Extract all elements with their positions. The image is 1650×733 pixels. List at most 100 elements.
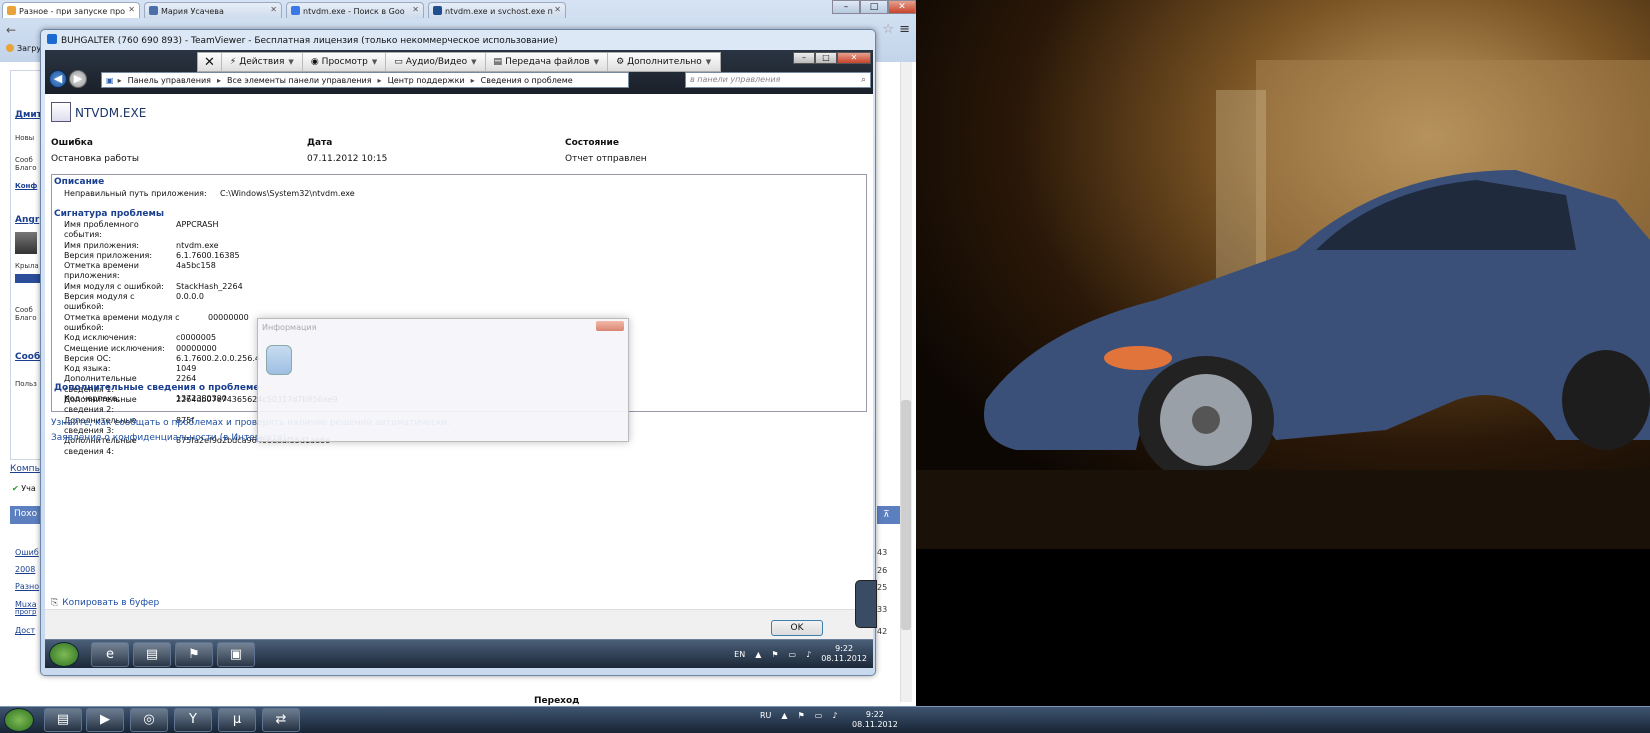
actions-menu[interactable]: ⚡ Действия ▼ [222, 53, 303, 71]
side-link[interactable]: Конф [15, 182, 37, 190]
tab-close-icon[interactable]: ✕ [128, 5, 135, 14]
remote-taskbar: e ▤ ⚑ ▣ EN ▲ ⚑ ▭ ♪ 9:22 08.11.2012 [45, 639, 873, 668]
privacy-link[interactable]: Заявление о конфиденциальности (в Интерн… [51, 433, 286, 443]
remote-screen[interactable]: – □ ✕ ◀ ▶ ▣ ▸ Панель управления ▸ Все элем… [45, 50, 873, 668]
address-bar[interactable]: ▣ ▸ Панель управления ▸ Все элементы панел… [101, 72, 629, 88]
signature-value: 00000000 [208, 312, 249, 322]
language-indicator[interactable]: EN [734, 650, 745, 659]
tab-favicon-icon [291, 6, 300, 15]
browser-tab-3[interactable]: ntvdm.exe - Поиск в Goo ✕ [286, 2, 424, 18]
maximize-button[interactable]: □ [860, 0, 888, 14]
network-icon[interactable]: ▭ [789, 650, 797, 659]
extra-menu[interactable]: ⚙ Дополнительно ▼ [608, 53, 719, 71]
signature-key: Отметка времени модуля с ошибкой: [64, 312, 180, 332]
remote-desktop-icon[interactable]: ▣ [217, 642, 255, 667]
chrome-menu-icon[interactable]: ≡ [899, 22, 910, 37]
audio-video-icon: ▭ [394, 57, 403, 67]
side-text: Сооб [15, 156, 33, 164]
forward-arrow-icon[interactable]: ▶ [69, 70, 87, 88]
host-system-tray: RU ▲ ⚑ ▭ ♪ [760, 711, 837, 720]
internet-explorer-icon[interactable]: e [91, 642, 129, 667]
host-clock[interactable]: 9:22 08.11.2012 [852, 710, 898, 730]
signature-key: Версия модуля с ошибкой: [64, 292, 135, 312]
tab-close-icon[interactable]: ✕ [554, 5, 561, 14]
ok-button[interactable]: OK [771, 620, 823, 636]
tray-expand-icon[interactable]: ▲ [755, 650, 761, 659]
audio-video-label: Аудио/Видео [405, 57, 468, 67]
tray-expand-icon[interactable]: ▲ [781, 711, 787, 720]
bookmark-favicon-icon [6, 44, 14, 52]
browser-tab-4[interactable]: ntvdm.exe и svchost.exe п ✕ [428, 2, 566, 18]
side-link[interactable]: Дмит [15, 110, 42, 120]
network-icon[interactable]: ▭ [815, 711, 823, 720]
close-button[interactable]: ✕ [888, 0, 916, 14]
close-session-button[interactable]: ✕ [198, 53, 222, 71]
similar-row[interactable]: прогр [15, 608, 36, 616]
bookmark-item[interactable]: Загру [6, 44, 41, 53]
signature-key: Версия ОС: [64, 353, 112, 363]
collapse-icon[interactable]: ⊼ [883, 510, 890, 520]
similar-row[interactable]: Разно [15, 582, 39, 591]
copy-to-clipboard-link[interactable]: ⎘ Копировать в буфер [51, 598, 159, 608]
time-cell: 43 [877, 548, 888, 557]
signature-key: Версия приложения: [64, 250, 153, 260]
similar-row[interactable]: Дост [15, 626, 35, 635]
search-icon[interactable]: ⌕ [861, 75, 866, 85]
volume-icon[interactable]: ♪ [832, 711, 837, 720]
similar-row[interactable]: Ошиб [15, 548, 39, 557]
yandex-browser-icon[interactable]: Y [174, 708, 212, 732]
windows-start-icon[interactable] [49, 642, 79, 667]
column-header-date: Дата [307, 138, 333, 148]
breadcrumb-item[interactable]: Сведения о проблеме [479, 76, 575, 85]
breadcrumb-item[interactable]: Панель управления [126, 76, 213, 85]
side-text: Новы [15, 134, 35, 142]
side-link[interactable]: Сооб [15, 352, 40, 362]
remote-maximize-button[interactable]: □ [815, 52, 837, 64]
action-center-icon[interactable]: ⚑ [175, 642, 213, 667]
minimize-button[interactable]: – [832, 0, 860, 14]
teamviewer-title: BUHGALTER (760 690 893) - TeamViewer - Б… [47, 34, 558, 46]
browser-tab-2[interactable]: Мария Усачева ✕ [144, 2, 282, 18]
popup-close-button[interactable] [596, 321, 624, 331]
language-indicator[interactable]: RU [760, 711, 771, 720]
chrome-icon[interactable]: ◎ [130, 708, 168, 732]
bookmark-star-icon[interactable]: ☆ [882, 22, 894, 37]
folder-icon[interactable]: ▤ [44, 708, 82, 732]
signature-value: 4a5bc158 [176, 261, 216, 271]
bookmark-label: Загру [17, 44, 42, 53]
folder-icon[interactable]: ▤ [133, 642, 171, 667]
side-link[interactable]: Angr [15, 215, 39, 225]
chevron-down-icon: ▼ [705, 58, 712, 66]
flag-icon[interactable]: ⚑ [798, 711, 805, 720]
volume-icon[interactable]: ♪ [806, 650, 811, 659]
similar-row[interactable]: 2008 [15, 565, 35, 574]
media-player-icon[interactable]: ▶ [86, 708, 124, 732]
remote-clock[interactable]: 9:22 08.11.2012 [821, 644, 867, 664]
flag-icon[interactable]: ⚑ [771, 650, 778, 659]
teamviewer-side-panel-button[interactable] [855, 580, 877, 628]
breadcrumb-item[interactable]: Все элементы панели управления [225, 76, 374, 85]
browser-tab-1[interactable]: Разное - при запуске про ✕ [2, 2, 140, 18]
column-header-status: Состояние [565, 138, 619, 148]
problem-details-page: NTVDM.EXE Ошибка Дата Состояние Остановк… [45, 94, 873, 612]
tab-close-icon[interactable]: ✕ [270, 5, 277, 14]
tab-close-icon[interactable]: ✕ [412, 5, 419, 14]
scrollbar-thumb[interactable] [901, 400, 911, 630]
audio-video-menu[interactable]: ▭ Аудио/Видео ▼ [386, 53, 486, 71]
side-link[interactable]: Компь [10, 464, 40, 474]
windows-start-icon[interactable] [4, 708, 34, 732]
file-transfer-menu[interactable]: ▤ Передача файлов ▼ [486, 53, 609, 71]
utorrent-icon[interactable]: µ [218, 708, 256, 732]
checkmark-icon: ✔ [12, 484, 19, 493]
status-value: Отчет отправлен [565, 154, 647, 164]
back-arrow-icon[interactable]: ← [6, 23, 16, 37]
remote-minimize-button[interactable]: – [793, 52, 815, 64]
host-time: 9:22 [865, 710, 884, 719]
back-arrow-icon[interactable]: ◀ [49, 70, 67, 88]
tab-favicon-icon [149, 6, 158, 15]
view-menu[interactable]: ◉ Просмотр ▼ [303, 53, 387, 71]
search-input[interactable]: в панели управления ⌕ [685, 72, 871, 88]
teamviewer-taskbar-icon[interactable]: ⇄ [262, 708, 300, 732]
breadcrumb-item[interactable]: Центр поддержки [386, 76, 467, 85]
remote-close-button[interactable]: ✕ [837, 52, 871, 64]
